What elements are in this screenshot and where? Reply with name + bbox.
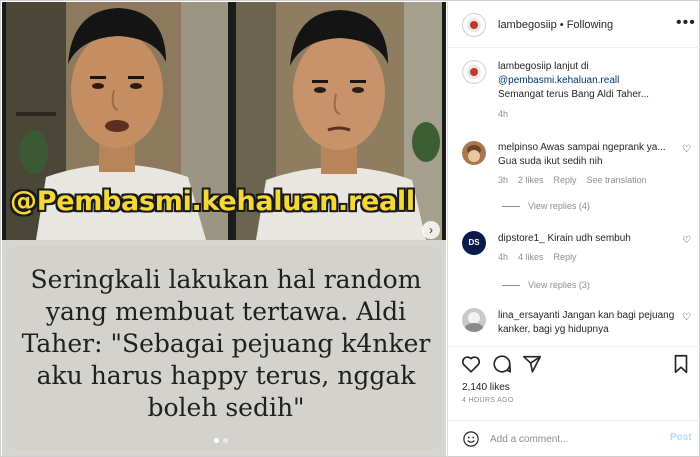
divider — [502, 284, 520, 286]
avatar[interactable] — [462, 60, 486, 84]
carousel-dot-active — [214, 438, 219, 443]
chevron-right-icon[interactable]: › — [422, 221, 440, 239]
comment-time: 4h — [498, 109, 509, 119]
comment-time: 4h — [498, 252, 509, 262]
header-username-line: lambegosiip • Following — [498, 19, 613, 31]
avatar[interactable] — [462, 141, 486, 165]
carousel-dot — [223, 438, 228, 443]
comment-text: Semangat terus Bang Aldi Taher... — [498, 89, 650, 100]
post-sidebar: lambegosiip • Following ••• lambegosiip … — [447, 2, 700, 457]
comment-composer: Post — [448, 420, 700, 457]
divider — [502, 205, 520, 207]
comment-meta: 4h — [498, 109, 508, 119]
comment-username[interactable]: melpinso — [498, 142, 538, 153]
caption-text: Seringkali lakukan hal random yang membu… — [14, 264, 438, 424]
caption-line: boleh sedih" — [147, 393, 305, 422]
comment-username[interactable]: lambegosiip — [498, 61, 551, 72]
mention-link[interactable]: @pembasmi.kehaluan.reall — [498, 75, 619, 86]
view-replies-button[interactable]: View replies (3) — [502, 280, 590, 290]
send-icon[interactable] — [521, 353, 543, 375]
comment-icon[interactable] — [491, 353, 513, 375]
avatar[interactable]: DS — [462, 231, 486, 255]
caption-card: Seringkali lakukan hal random yang membu… — [6, 246, 442, 450]
comment-likes[interactable]: 2 likes — [518, 175, 544, 185]
bookmark-icon[interactable] — [670, 353, 692, 375]
heart-icon[interactable]: ♡ — [682, 235, 691, 246]
likes-count[interactable]: 2,140 likes — [462, 382, 510, 393]
comment-username[interactable]: dipstore1_ — [498, 233, 545, 244]
comment-body: lina_ersayanti Jangan kan bagi pejuang k… — [498, 309, 680, 337]
header-username[interactable]: lambegosiip — [498, 19, 557, 31]
photo-strip: @Pembasmi.kehaluan.reall › — [2, 2, 446, 240]
comment-username[interactable]: lina_ersayanti — [498, 310, 560, 321]
reply-button[interactable]: Reply — [554, 175, 577, 185]
view-replies-button[interactable]: View replies (4) — [502, 201, 590, 211]
watermark-text: @Pembasmi.kehaluan.reall — [10, 186, 415, 217]
caption-line: yang membuat tertawa. Aldi — [45, 297, 407, 326]
smiley-icon[interactable] — [462, 430, 480, 448]
avatar[interactable] — [462, 308, 486, 332]
more-horizontal-icon[interactable]: ••• — [676, 14, 696, 32]
action-bar: 2,140 likes 4 HOURS AGO — [448, 346, 700, 416]
separator-dot: • — [559, 19, 564, 31]
comments-list[interactable]: lambegosiip lanjut di @pembasmi.kehaluan… — [448, 49, 700, 346]
post-media[interactable]: @Pembasmi.kehaluan.reall › Seringkali la… — [2, 2, 446, 456]
avatar[interactable] — [462, 13, 486, 37]
carousel-dots — [214, 438, 228, 443]
heart-icon[interactable]: ♡ — [682, 312, 691, 323]
comment-text: lanjut di — [554, 61, 589, 72]
caption-line: Taher: "Sebagai pejuang k4nker — [21, 329, 431, 358]
comment-input[interactable] — [490, 431, 650, 447]
comment-likes[interactable]: 4 likes — [518, 252, 544, 262]
heart-icon[interactable] — [460, 353, 482, 375]
caption-line: Seringkali lakukan hal random — [30, 265, 422, 294]
reply-button[interactable]: Reply — [554, 252, 577, 262]
comment-body: melpinso Awas sampai ngeprank ya... Gua … — [498, 141, 680, 169]
comment-text: Kirain udh sembuh — [547, 233, 631, 244]
see-translation-button[interactable]: See translation — [587, 175, 647, 185]
comment-time: 3h — [498, 175, 509, 185]
post-timestamp: 4 HOURS AGO — [462, 397, 514, 404]
post-button[interactable]: Post — [670, 432, 692, 443]
caption-line: aku harus happy terus, nggak — [36, 361, 416, 390]
comment-body: dipstore1_ Kirain udh sembuh — [498, 232, 680, 246]
comment-meta: 3h 2 likes Reply See translation — [498, 175, 647, 185]
heart-icon[interactable]: ♡ — [682, 144, 691, 155]
following-button[interactable]: Following — [567, 19, 613, 31]
view-replies-label: View replies (4) — [528, 201, 590, 211]
post-header: lambegosiip • Following ••• — [448, 2, 700, 48]
instagram-post-window: @Pembasmi.kehaluan.reall › Seringkali la… — [0, 0, 700, 457]
comment-meta: 4h 4 likes Reply — [498, 252, 577, 262]
view-replies-label: View replies (3) — [528, 280, 590, 290]
comment-body: lambegosiip lanjut di @pembasmi.kehaluan… — [498, 60, 678, 102]
